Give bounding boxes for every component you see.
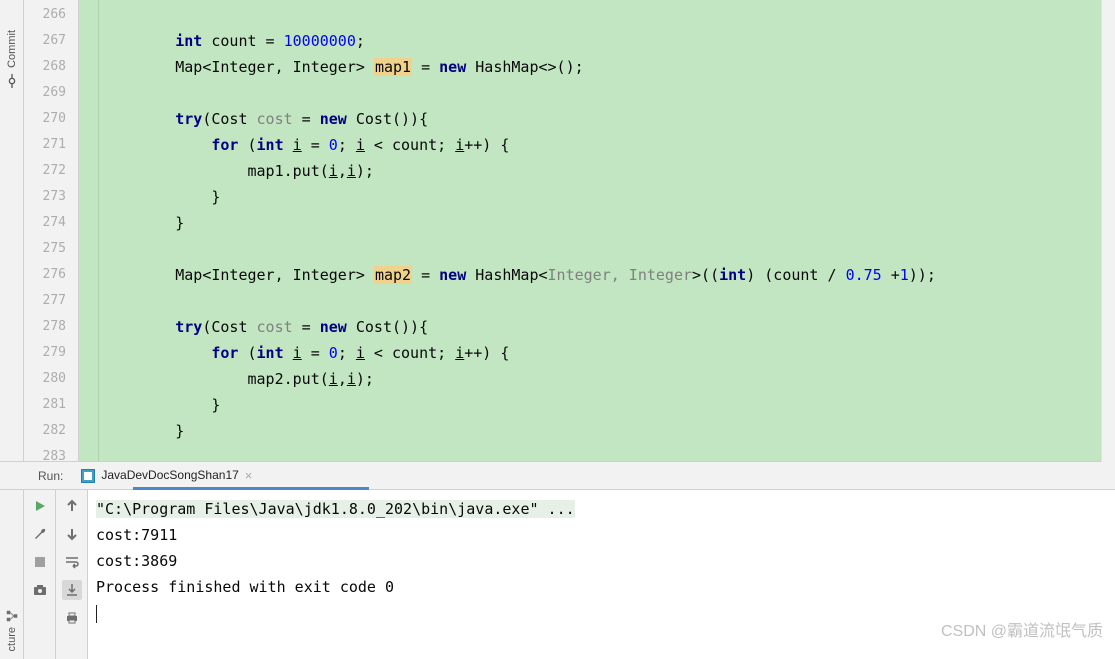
- camera-icon[interactable]: [30, 580, 50, 600]
- code-line[interactable]: for (int i = 0; i < count; i++) {: [103, 340, 1115, 366]
- console-caret-line[interactable]: [96, 600, 1107, 626]
- run-toolbar-col2: [56, 490, 88, 659]
- editor-area: Commit 266267268269270271272273274275276…: [0, 0, 1115, 462]
- vertical-scrollbar[interactable]: [1101, 0, 1115, 462]
- code-line[interactable]: try(Cost cost = new Cost()){: [103, 314, 1115, 340]
- line-number: 273: [24, 184, 78, 210]
- run-header: Run: JavaDevDocSongShan17 ×: [0, 462, 1115, 490]
- run-config-icon: [81, 469, 95, 483]
- code-line[interactable]: map2.put(i,i);: [103, 366, 1115, 392]
- console-output[interactable]: "C:\Program Files\Java\jdk1.8.0_202\bin\…: [88, 490, 1115, 659]
- print-icon[interactable]: [62, 608, 82, 628]
- code-line[interactable]: [103, 80, 1115, 106]
- code-line[interactable]: for (int i = 0; i < count; i++) {: [103, 132, 1115, 158]
- console-line: Process finished with exit code 0: [96, 574, 1107, 600]
- rerun-icon[interactable]: [30, 496, 50, 516]
- structure-tool-label[interactable]: cture: [6, 627, 18, 651]
- line-number: 282: [24, 418, 78, 444]
- line-number: 266: [24, 2, 78, 28]
- commit-tool-label[interactable]: Commit: [6, 30, 18, 68]
- code-line[interactable]: }: [103, 392, 1115, 418]
- vcs-gutter: [79, 0, 99, 461]
- line-number: 276: [24, 262, 78, 288]
- line-number: 274: [24, 210, 78, 236]
- line-number: 269: [24, 80, 78, 106]
- up-arrow-icon[interactable]: [62, 496, 82, 516]
- line-number: 268: [24, 54, 78, 80]
- line-number: 283: [24, 444, 78, 461]
- code-line[interactable]: [103, 444, 1115, 461]
- line-number: 271: [24, 132, 78, 158]
- down-arrow-icon[interactable]: [62, 524, 82, 544]
- code-line[interactable]: }: [103, 184, 1115, 210]
- stop-icon[interactable]: [30, 552, 50, 572]
- scroll-to-end-icon[interactable]: [62, 580, 82, 600]
- code-line[interactable]: [103, 236, 1115, 262]
- code-line[interactable]: map1.put(i,i);: [103, 158, 1115, 184]
- line-number-gutter: 2662672682692702712722732742752762772782…: [24, 0, 79, 461]
- code-line[interactable]: int count = 10000000;: [103, 28, 1115, 54]
- structure-icon[interactable]: [5, 609, 19, 627]
- code-line[interactable]: [103, 2, 1115, 28]
- code-line[interactable]: try(Cost cost = new Cost()){: [103, 106, 1115, 132]
- line-number: 280: [24, 366, 78, 392]
- run-body: cture: [0, 490, 1115, 659]
- line-number: 272: [24, 158, 78, 184]
- code-editor[interactable]: 2662672682692702712722732742752762772782…: [24, 0, 1115, 461]
- run-toolbar-col1: [24, 490, 56, 659]
- code-line[interactable]: Map<Integer, Integer> map1 = new HashMap…: [103, 54, 1115, 80]
- soft-wrap-icon[interactable]: [62, 552, 82, 572]
- commit-icon[interactable]: [5, 74, 19, 88]
- close-tab-icon[interactable]: ×: [245, 468, 253, 483]
- line-number: 277: [24, 288, 78, 314]
- code-line[interactable]: }: [103, 418, 1115, 444]
- console-line: cost:7911: [96, 522, 1107, 548]
- line-number: 270: [24, 106, 78, 132]
- code-line[interactable]: Map<Integer, Integer> map2 = new HashMap…: [103, 262, 1115, 288]
- left-tool-strip: Commit: [0, 0, 24, 461]
- run-panel: Run: JavaDevDocSongShan17 × cture: [0, 462, 1115, 659]
- line-number: 279: [24, 340, 78, 366]
- console-line: cost:3869: [96, 548, 1107, 574]
- line-number: 275: [24, 236, 78, 262]
- line-number: 278: [24, 314, 78, 340]
- bottom-left-strip: cture: [0, 490, 24, 659]
- line-number: 267: [24, 28, 78, 54]
- code-line[interactable]: }: [103, 210, 1115, 236]
- wrench-icon[interactable]: [30, 524, 50, 544]
- run-label: Run:: [38, 469, 63, 483]
- line-number: 281: [24, 392, 78, 418]
- run-tab[interactable]: JavaDevDocSongShan17: [101, 468, 238, 484]
- code-content[interactable]: int count = 10000000; Map<Integer, Integ…: [99, 0, 1115, 461]
- console-line: "C:\Program Files\Java\jdk1.8.0_202\bin\…: [96, 496, 1107, 522]
- code-line[interactable]: [103, 288, 1115, 314]
